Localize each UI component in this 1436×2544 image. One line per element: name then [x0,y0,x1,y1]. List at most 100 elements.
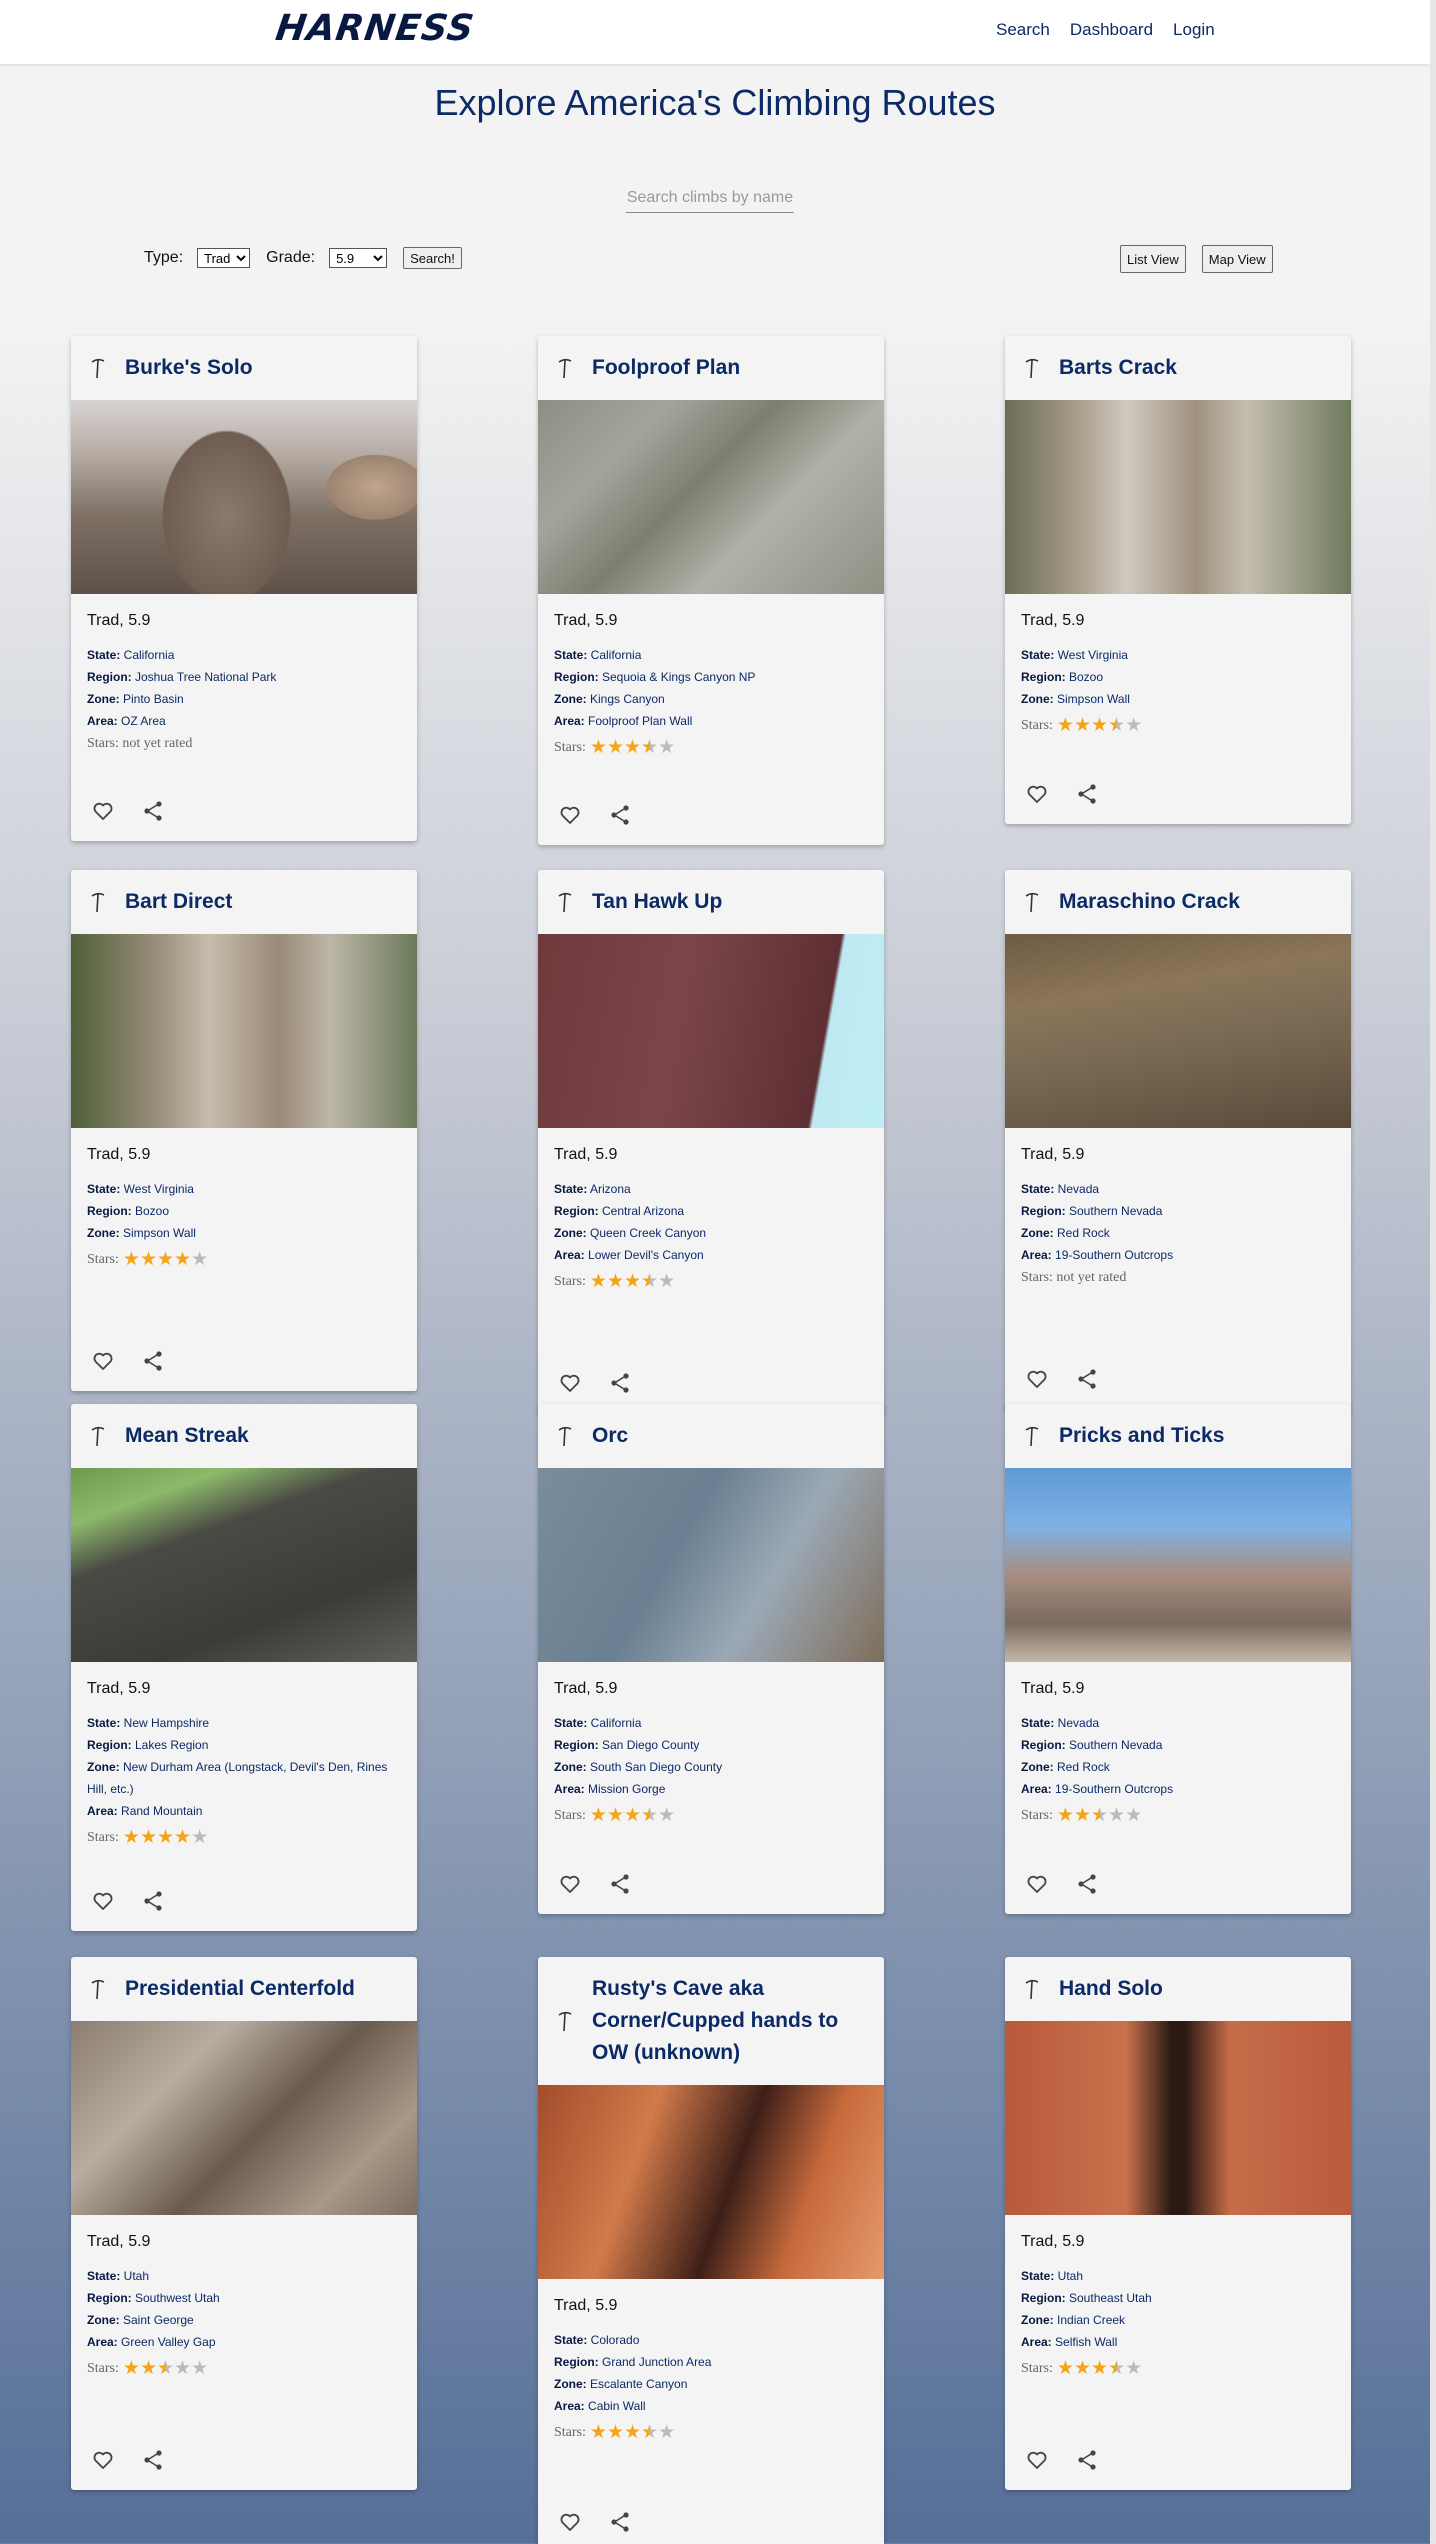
climb-area: Area: Green Valley Gap [87,2331,401,2353]
heart-icon[interactable] [91,2448,115,2472]
star-icon: ★ [589,2421,607,2443]
star-icon: ★ [623,1270,642,1292]
heart-icon[interactable] [558,803,582,827]
card-body: Trad, 5.9 State: New Hampshire Region: Lak… [71,1662,417,1847]
climb-title[interactable]: Burke's Solo [125,352,253,384]
climb-photo[interactable] [1005,2021,1351,2215]
climb-photo[interactable] [538,1468,884,1662]
area-label: Area: [87,1804,118,1818]
climb-title[interactable]: Hand Solo [1059,1973,1163,2005]
climb-photo[interactable] [538,934,884,1128]
share-icon[interactable] [1075,2448,1099,2472]
climb-photo[interactable] [538,2085,884,2279]
climb-card[interactable]: Hand Solo Trad, 5.9 State: Utah Region: Sou… [1005,1957,1351,2490]
climb-title[interactable]: Mean Streak [125,1420,249,1452]
heart-icon[interactable] [558,1872,582,1896]
heart-icon[interactable] [558,2510,582,2534]
card-actions [91,799,165,823]
grade-select[interactable]: 5.9 [329,248,388,268]
search-button[interactable]: Search! [403,247,462,269]
climb-card[interactable]: Bart Direct Trad, 5.9 State: West Virginia… [71,870,417,1391]
climb-card[interactable]: Maraschino Crack Trad, 5.9 State: Nevada Re… [1005,870,1351,1409]
climb-title[interactable]: Orc [592,1420,628,1452]
ice-axe-icon [1025,1426,1039,1447]
heart-icon[interactable] [558,1371,582,1395]
climb-photo[interactable] [1005,934,1351,1128]
nav-link-login[interactable]: Login [1173,20,1215,40]
heart-icon[interactable] [91,799,115,823]
star-icon: ★ [1090,2357,1109,2379]
heart-icon[interactable] [91,1349,115,1373]
share-icon[interactable] [141,799,165,823]
share-icon[interactable] [1075,1872,1099,1896]
climb-card[interactable]: Orc Trad, 5.9 State: California Region: San… [538,1404,884,1914]
heart-icon[interactable] [1025,1872,1049,1896]
state-value: Arizona [587,1182,631,1196]
state-label: State: [1021,2269,1055,2283]
climb-title[interactable]: Rusty's Cave aka Corner/Cupped hands to … [592,1973,868,2069]
climb-photo[interactable] [538,400,884,594]
climb-title[interactable]: Tan Hawk Up [592,886,722,918]
climb-card[interactable]: Barts Crack Trad, 5.9 State: West Virginia… [1005,336,1351,824]
climb-title[interactable]: Presidential Centerfold [125,1973,355,2005]
climb-card[interactable]: Rusty's Cave aka Corner/Cupped hands to … [538,1957,884,2544]
scrollbar[interactable] [1430,0,1436,2544]
climb-photo[interactable] [1005,1468,1351,1662]
climb-photo[interactable] [71,934,417,1128]
list-view-button[interactable]: List View [1120,245,1186,273]
type-select[interactable]: Trad [197,248,251,268]
climb-card[interactable]: Presidential Centerfold Trad, 5.9 State: U… [71,1957,417,2490]
heart-icon[interactable] [1025,2448,1049,2472]
star-icon: ★ [174,2357,192,2379]
star-icon: ★ [1073,2357,1091,2379]
share-icon[interactable] [608,2510,632,2534]
search-input[interactable] [626,183,794,213]
zone-value: Queen Creek Canyon [586,1226,707,1240]
share-icon[interactable] [608,803,632,827]
card-actions [558,2510,632,2534]
star-icon: ★ [1125,714,1143,736]
zone-value: Pinto Basin [119,692,184,706]
climb-card[interactable]: Foolproof Plan Trad, 5.9 State: California… [538,336,884,845]
zone-label: Zone: [554,1760,587,1774]
climb-card[interactable]: Tan Hawk Up Trad, 5.9 State: Arizona Region… [538,870,884,1413]
nav-link-search[interactable]: Search [996,20,1050,40]
map-view-button[interactable]: Map View [1201,245,1273,273]
climb-title[interactable]: Pricks and Ticks [1059,1420,1224,1452]
climb-card[interactable]: Pricks and Ticks Trad, 5.9 State: Nevada Re… [1005,1404,1351,1914]
climb-photo[interactable] [71,2021,417,2215]
share-icon[interactable] [608,1872,632,1896]
zone-value: Red Rock [1053,1760,1110,1774]
climb-title[interactable]: Maraschino Crack [1059,886,1240,918]
nav-link-dashboard[interactable]: Dashboard [1070,20,1153,40]
climb-title[interactable]: Bart Direct [125,886,232,918]
climb-photo[interactable] [1005,400,1351,594]
heart-icon[interactable] [91,1889,115,1913]
heart-icon[interactable] [1025,1367,1049,1391]
climb-card[interactable]: Burke's Solo Trad, 5.9 State: California Re… [71,336,417,841]
share-icon[interactable] [141,2448,165,2472]
share-icon[interactable] [141,1889,165,1913]
region-label: Region: [554,1738,599,1752]
card-actions [91,2448,165,2472]
climb-card[interactable]: Mean Streak Trad, 5.9 State: New Hampshire… [71,1404,417,1931]
stars-not-rated: Stars: not yet rated [87,736,193,751]
heart-icon[interactable] [1025,782,1049,806]
zone-label: Zone: [87,692,120,706]
logo[interactable]: HARNESS [273,8,477,49]
climb-photo[interactable] [71,400,417,594]
share-icon[interactable] [608,1371,632,1395]
state-label: State: [554,1182,588,1196]
climb-area: Area: 19-Southern Outcrops [1021,1244,1335,1266]
climb-title[interactable]: Foolproof Plan [592,352,740,384]
share-icon[interactable] [141,1349,165,1373]
share-icon[interactable] [1075,1367,1099,1391]
area-value: Cabin Wall [584,2399,646,2413]
star-icon: ★ [623,736,642,758]
stars-label: Stars: [554,2424,586,2440]
climb-photo[interactable] [71,1468,417,1662]
climb-state: State: West Virginia [87,1178,401,1200]
share-icon[interactable] [1075,782,1099,806]
view-toggle: List View Map View [1120,245,1273,273]
climb-title[interactable]: Barts Crack [1059,352,1177,384]
